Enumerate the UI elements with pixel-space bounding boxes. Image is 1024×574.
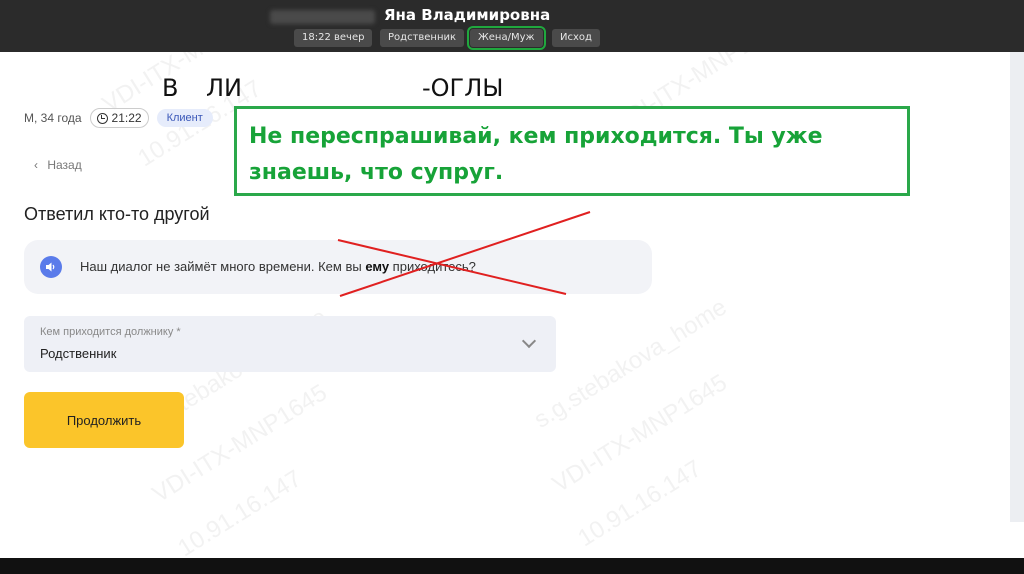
taskbar (0, 558, 1024, 574)
strike-through-annotation (337, 211, 591, 297)
